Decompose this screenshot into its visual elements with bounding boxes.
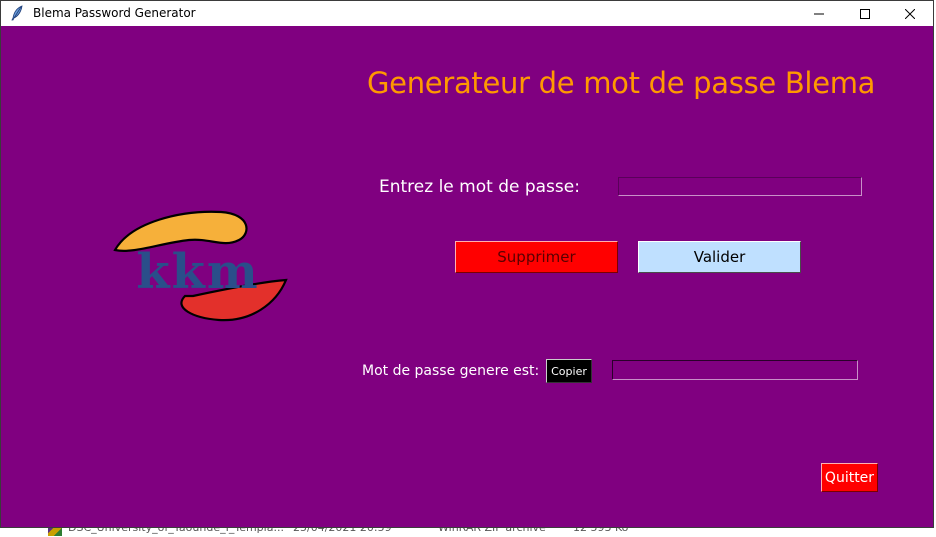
close-icon bbox=[905, 8, 915, 19]
validate-button[interactable]: Valider bbox=[638, 241, 801, 273]
desktop-background: DSC_University_of_Yaounde_I_Templa... 25… bbox=[0, 0, 936, 537]
logo-text: kkm bbox=[136, 244, 259, 300]
quit-button[interactable]: Quitter bbox=[821, 463, 878, 492]
kkm-logo: kkm bbox=[113, 210, 288, 322]
minimize-button[interactable] bbox=[796, 1, 842, 26]
minimize-icon bbox=[814, 13, 824, 14]
window-title: Blema Password Generator bbox=[33, 6, 196, 20]
title-bar[interactable]: Blema Password Generator bbox=[1, 1, 933, 26]
generated-password-label: Mot de passe genere est: bbox=[362, 363, 540, 379]
maximize-button[interactable] bbox=[842, 1, 888, 26]
copy-button[interactable]: Copier bbox=[546, 359, 592, 383]
maximize-icon bbox=[860, 8, 870, 19]
app-client-area: Generateur de mot de passe Blema kkm Ent… bbox=[1, 26, 933, 527]
delete-button[interactable]: Supprimer bbox=[455, 241, 618, 273]
generated-password-field[interactable] bbox=[612, 360, 858, 380]
page-title: Generateur de mot de passe Blema bbox=[367, 66, 876, 100]
password-input[interactable] bbox=[618, 177, 862, 196]
app-window: Blema Password Generator Generateur de m… bbox=[0, 0, 934, 528]
close-button[interactable] bbox=[887, 1, 933, 26]
password-label: Entrez le mot de passe: bbox=[379, 177, 580, 197]
feather-icon bbox=[11, 5, 23, 21]
